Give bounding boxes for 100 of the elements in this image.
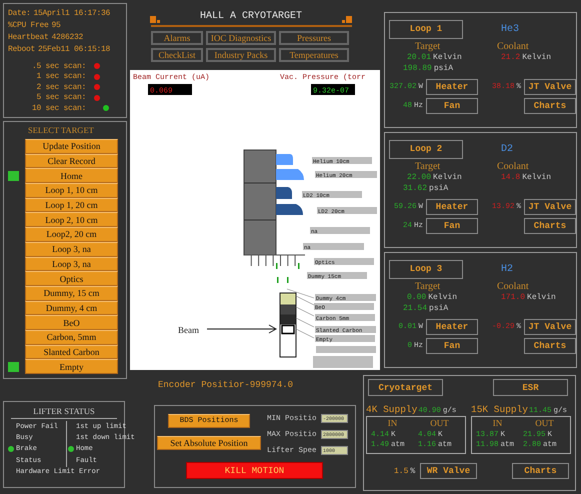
coolant-temperature: 21.2 (501, 53, 520, 62)
valve-button[interactable]: JT Valve (524, 319, 576, 335)
target-button[interactable]: Carbon, 5mm (25, 330, 118, 345)
unit-label: % (410, 466, 416, 476)
scan-label: .5 sec scan: (32, 62, 86, 71)
unit-label: Kelvin (433, 173, 462, 182)
scan-label: 10 sec scan: (32, 104, 86, 113)
unit-label: Kelvin (433, 53, 462, 62)
charts-button[interactable]: Charts (524, 218, 576, 234)
target-button[interactable]: Dummy, 15 cm (25, 286, 118, 301)
unit-label: Kelvin (522, 53, 552, 62)
target-pressure: 21.54 (403, 304, 428, 313)
valve-button[interactable]: JT Valve (524, 79, 576, 95)
heater-button[interactable]: Heater (426, 79, 478, 95)
unit-label: Kelvin (428, 293, 458, 302)
unit-label: Kelvin (527, 293, 556, 302)
unit-label: psiA (434, 64, 454, 73)
target-button[interactable]: Clear Record (25, 154, 118, 168)
status-value: 95 (52, 21, 61, 30)
cryotarget-button[interactable]: Cryotarget (368, 379, 443, 396)
fluid-label: He3 (501, 24, 520, 34)
target-button[interactable]: Optics (25, 271, 118, 286)
nav-button[interactable]: CheckList (151, 48, 203, 62)
decoration-icon (342, 16, 352, 23)
target-button[interactable]: Loop 2, 10 cm (25, 212, 118, 228)
unit-label: Kelvin (522, 173, 552, 182)
esr-button[interactable]: ESR (493, 379, 568, 396)
kill-motion-button[interactable]: KILL MOTION (186, 462, 323, 479)
target-button[interactable]: BeO (25, 315, 118, 330)
valve-button[interactable]: JT Valve (524, 199, 576, 215)
target-button[interactable]: Slanted Carbon (25, 344, 118, 360)
target-button[interactable]: Loop 1, 20 cm (25, 198, 118, 212)
heater-button[interactable]: Heater (426, 199, 478, 215)
nav-button[interactable]: Alarms (151, 31, 203, 45)
window-title: HALL A CRYOTARGET (200, 11, 302, 23)
panel-title: LIFTER STATUS (11, 406, 117, 419)
nav-button[interactable]: Industry Packs (206, 48, 276, 62)
fan-button[interactable]: Fan (426, 218, 478, 234)
target-button[interactable]: Home (25, 168, 118, 184)
unit-label: psiA (429, 304, 448, 313)
supply-label: 15K Supply (471, 404, 528, 415)
target-temperature: 0.00 (407, 293, 426, 302)
loop-button[interactable]: Loop 1 (389, 20, 463, 38)
target-button[interactable]: Empty (25, 359, 118, 374)
coolant-heading: Coolant (496, 161, 530, 173)
loop-button[interactable]: Loop 2 (389, 140, 463, 158)
supply-label: 4K Supply (366, 404, 418, 415)
panel-title: SELECT TARGET (28, 125, 95, 137)
target-heading: Target (414, 161, 442, 173)
charts-button[interactable]: Charts (524, 98, 576, 114)
status-label: Reboot (8, 45, 36, 54)
fan-button[interactable]: Fan (426, 98, 478, 114)
fan-button[interactable]: Fan (426, 338, 478, 354)
nav-button[interactable]: IOC Diagnostics (206, 31, 276, 45)
beam-arrow (206, 324, 277, 334)
fluid-label: H2 (501, 264, 514, 274)
label-plate (313, 356, 373, 368)
column-heading: OUT (534, 418, 555, 430)
status-value: 25Feb11 06:15:18 (38, 45, 110, 54)
target-button[interactable]: Update Position (25, 139, 118, 154)
target-button[interactable]: Loop2, 20 cm (25, 227, 118, 242)
fluid-label: D2 (501, 144, 514, 154)
label-plate (316, 346, 376, 353)
target-temperature: 22.00 (407, 173, 432, 182)
charts-button[interactable]: Charts (512, 463, 569, 479)
status-label: Heartbeat (8, 33, 49, 42)
beam-label: Beam (178, 325, 199, 335)
target-heading: Target (414, 41, 442, 53)
coolant-temperature: 14.8 (501, 173, 520, 182)
loop-button[interactable]: Loop 3 (389, 260, 463, 278)
status-value: 4286232 (52, 33, 84, 42)
scan-label: 2 sec scan: (36, 82, 86, 92)
target-button[interactable]: Dummy, 4 cm (25, 300, 118, 316)
heater-button[interactable]: Heater (426, 319, 478, 335)
coolant-temperature: 171.0 (501, 293, 526, 302)
valve-opening: 1.5 (394, 466, 408, 476)
target-button[interactable]: Loop 3, na (25, 242, 118, 256)
status-label: Date: (8, 9, 31, 18)
nav-button[interactable]: Temperatures (279, 48, 349, 62)
scan-label: 5 sec scan: (36, 93, 86, 102)
nav-button[interactable]: Pressures (279, 31, 349, 45)
status-value: 15April1 16:17:36 (34, 9, 110, 18)
unit-label: psiA (429, 184, 448, 193)
charts-button[interactable]: Charts (524, 338, 576, 354)
coolant-heading: Coolant (496, 281, 530, 293)
target-pressure: 198.89 (403, 64, 432, 73)
target-button[interactable]: Loop 3, na (25, 256, 118, 272)
target-temperature: 20.01 (407, 53, 432, 62)
target-heading: Target (414, 281, 442, 293)
target-button[interactable]: Loop 1, 10 cm (25, 183, 118, 198)
set-position-button[interactable]: Set Absolute Position (157, 436, 261, 450)
column-heading: IN (492, 418, 504, 430)
column-heading: IN (386, 418, 398, 430)
decoration-icon (150, 16, 160, 23)
status-label: %CPU Free (8, 21, 49, 30)
valve-button[interactable]: WR Valve (420, 463, 477, 479)
target-pressure: 31.62 (403, 184, 428, 193)
encoder-position: Encoder Positior-999974.0 (158, 380, 294, 392)
coolant-heading: Coolant (496, 41, 530, 53)
column-heading: OUT (429, 418, 450, 430)
